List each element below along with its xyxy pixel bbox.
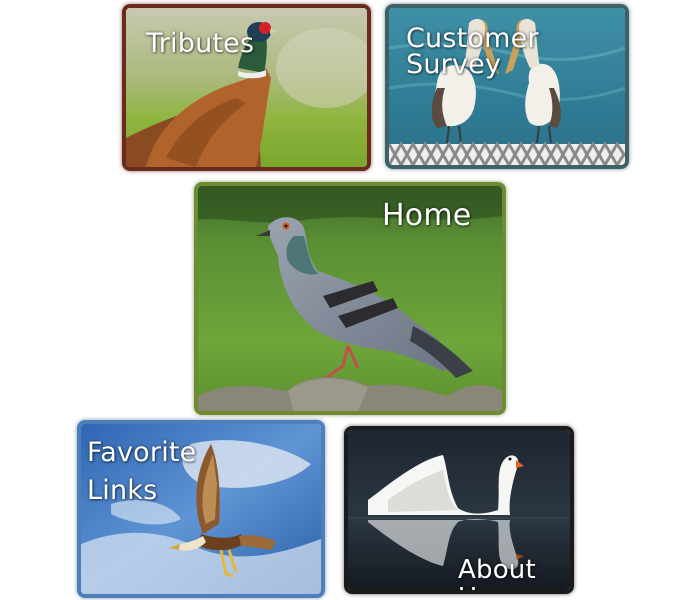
about-us-nav-tile[interactable]: About Us: [344, 426, 574, 594]
tributes-nav-tile[interactable]: Tributes: [122, 4, 371, 171]
home-nav-tile[interactable]: Home: [194, 182, 506, 415]
about-us-label: About Us: [458, 555, 536, 590]
favorite-links-nav-tile[interactable]: Favorite Links: [77, 420, 325, 598]
home-label: Home: [382, 198, 472, 233]
customer-survey-label: Customer Survey: [406, 23, 539, 80]
customer-survey-nav-tile[interactable]: Customer Survey: [385, 4, 629, 169]
favorite-links-label: Favorite Links: [87, 437, 197, 506]
tributes-label: Tributes: [146, 28, 255, 59]
